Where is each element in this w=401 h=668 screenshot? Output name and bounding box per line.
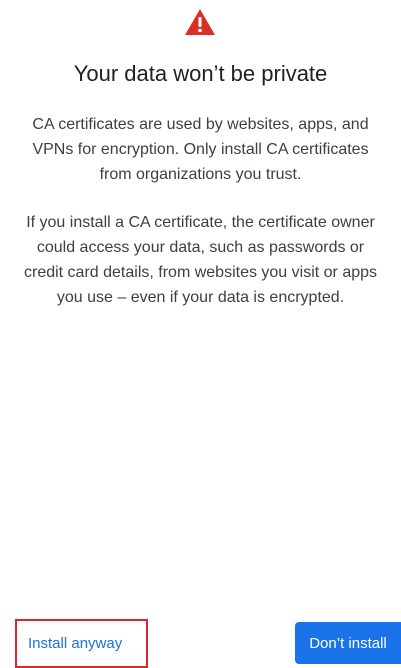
dialog-message-encryption: CA certificates are used by websites, ap…: [32, 116, 369, 183]
install-anyway-button[interactable]: Install anyway: [22, 627, 128, 661]
dialog-title: Your data won’t be private: [73, 61, 328, 86]
warning-triangle-icon: [184, 8, 216, 36]
dialog-message-risk: If you install a CA certificate, the cer…: [23, 214, 378, 306]
dont-install-button[interactable]: Don’t install: [295, 622, 401, 664]
